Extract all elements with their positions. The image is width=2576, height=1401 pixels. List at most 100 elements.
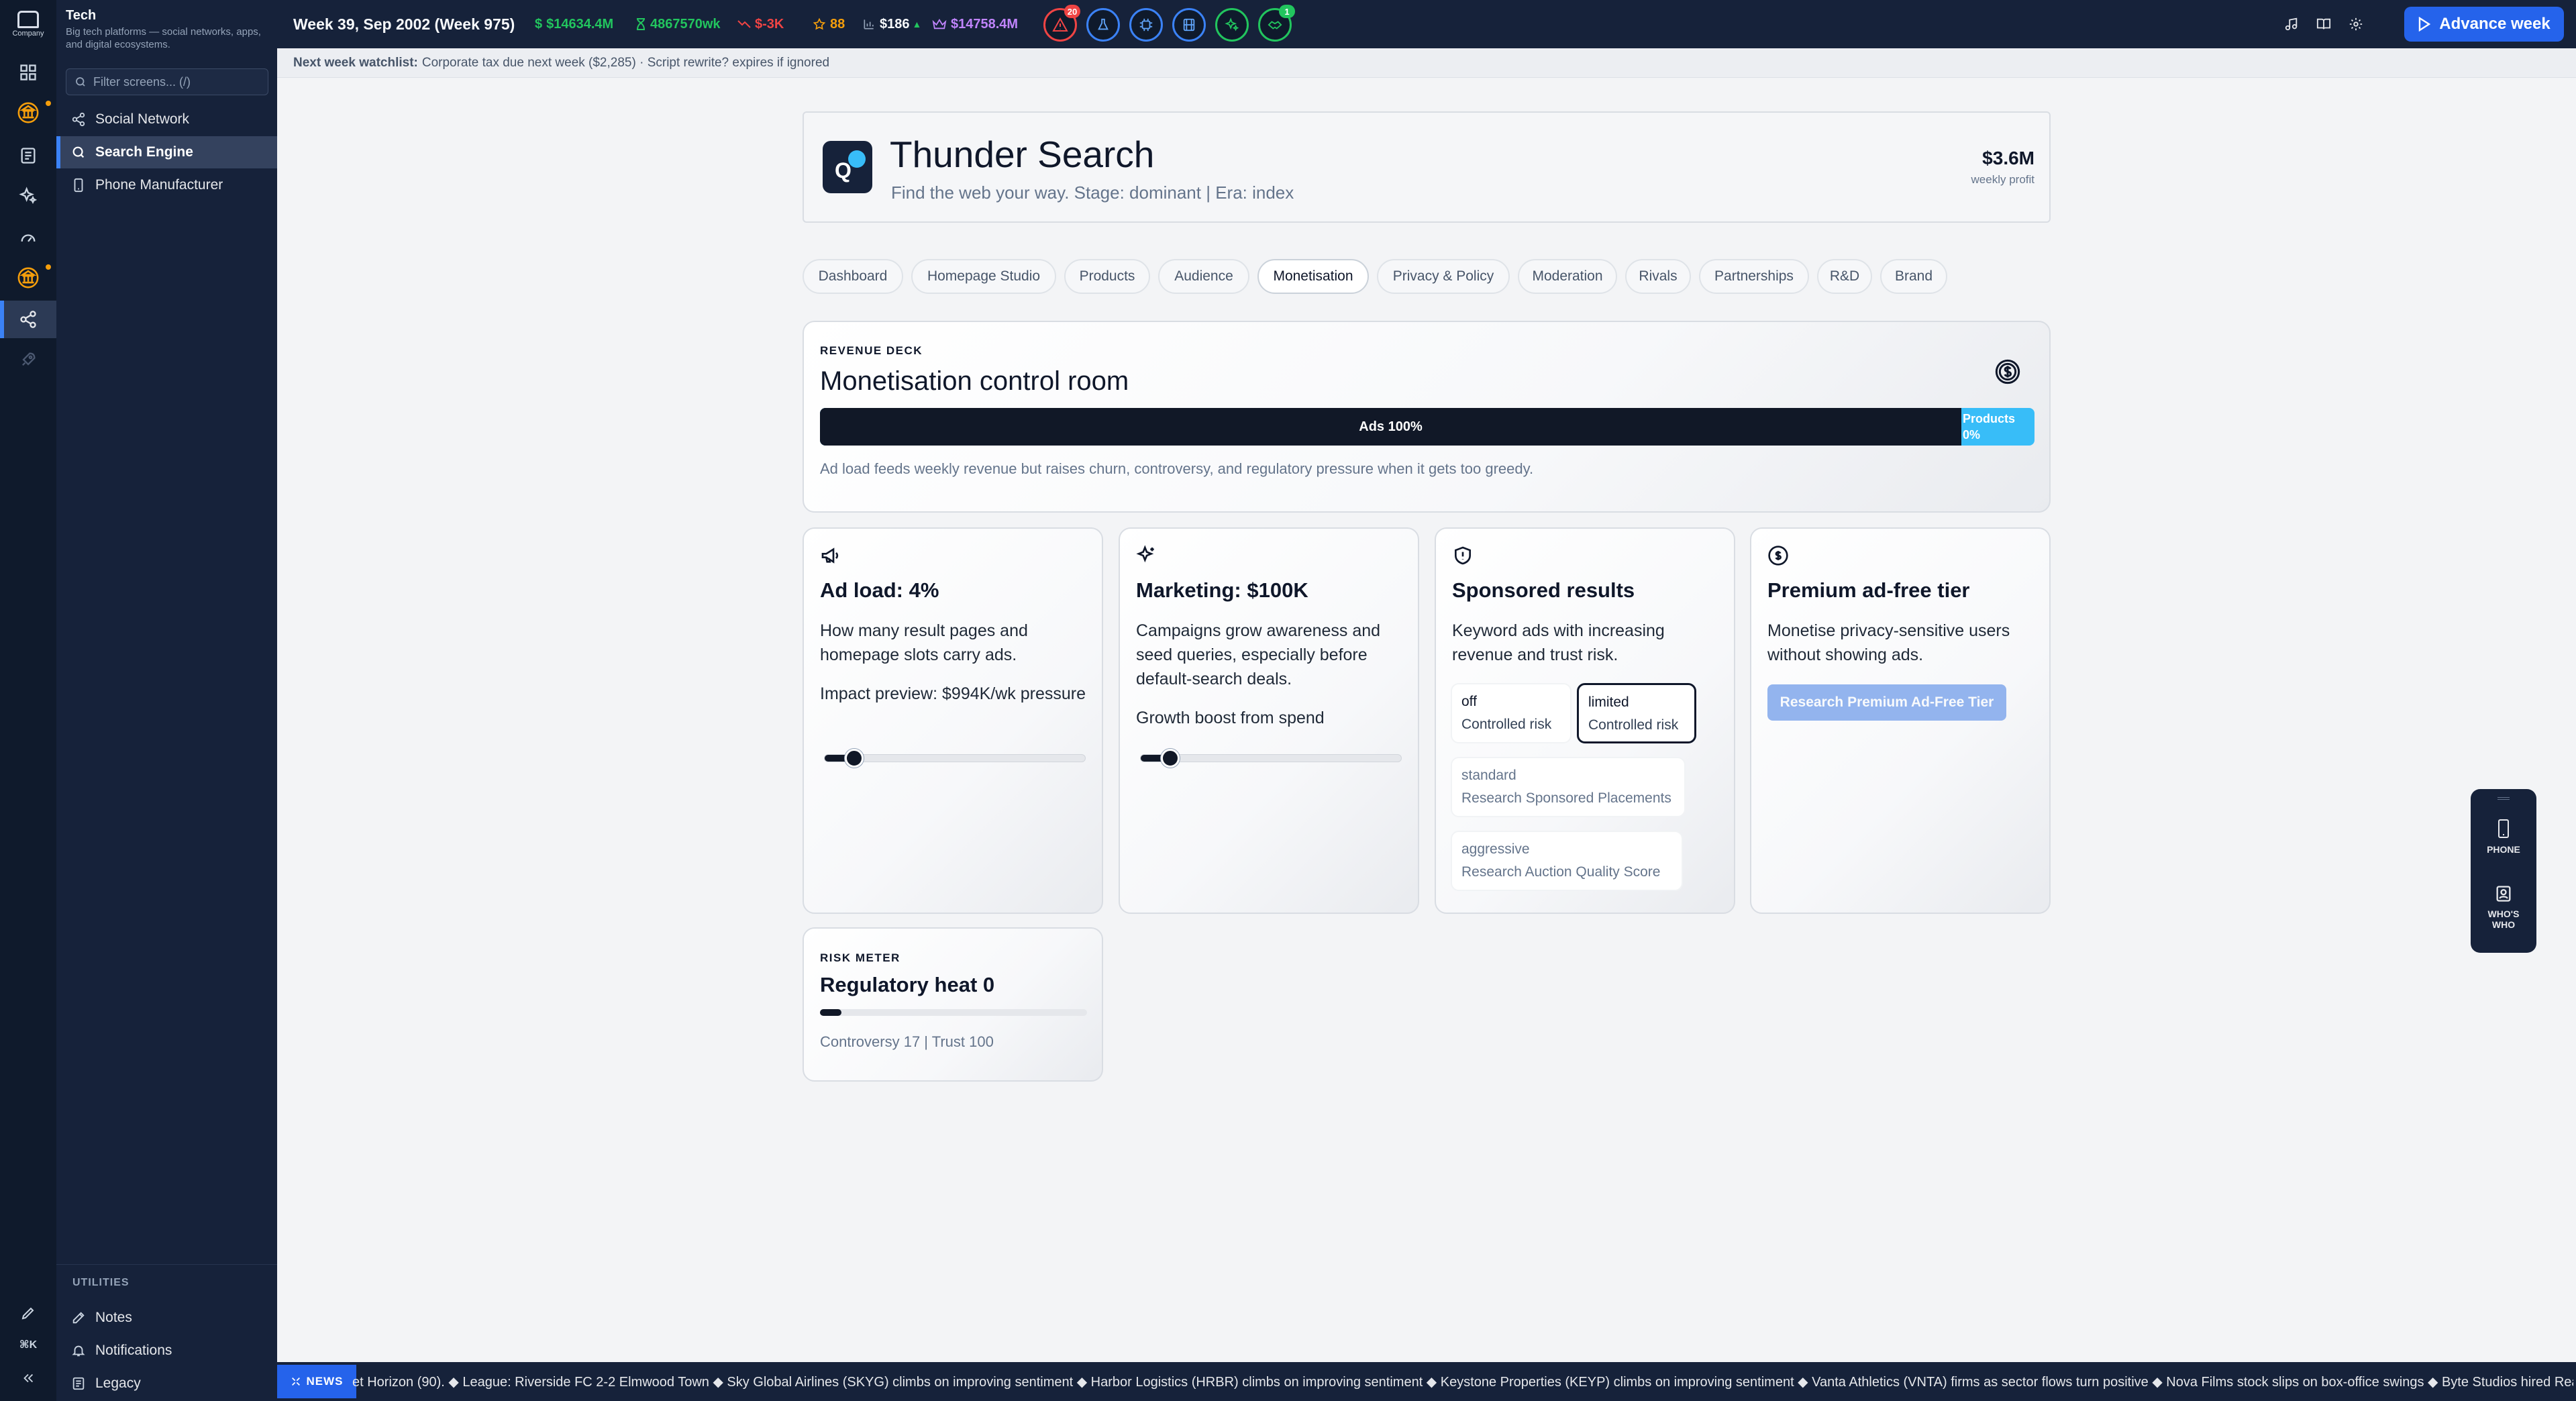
tab-brand[interactable]: Brand xyxy=(1880,259,1947,294)
sponsored-option-off[interactable]: off Controlled risk xyxy=(1451,683,1572,743)
rail-dashboard-icon[interactable] xyxy=(0,54,56,91)
rail-gauge-icon[interactable] xyxy=(0,219,56,256)
megaphone-icon xyxy=(820,545,841,566)
tab-homepage-studio[interactable]: Homepage Studio xyxy=(911,259,1056,294)
rail-government-icon[interactable] xyxy=(0,259,56,297)
film-button[interactable] xyxy=(1172,8,1206,42)
company-tagline: Find the web your way. Stage: dominant |… xyxy=(891,183,1294,203)
rail-edit-icon[interactable] xyxy=(12,1300,44,1327)
chip-button[interactable] xyxy=(1129,8,1163,42)
rail-rocket-icon[interactable] xyxy=(0,341,56,378)
flask-icon xyxy=(1098,18,1109,30)
products-share-label: Products xyxy=(1963,412,2016,425)
rail-notification-dot xyxy=(46,264,51,270)
slider-handle[interactable] xyxy=(845,749,864,768)
tab-privacy-policy[interactable]: Privacy & Policy xyxy=(1377,259,1510,294)
sidebar-item-legacy[interactable]: Legacy xyxy=(71,1369,272,1398)
rail-sparkles-icon[interactable] xyxy=(0,177,56,215)
cash-stat: $ $14634.4M xyxy=(535,0,613,48)
watchlist-text: Corporate tax due next week ($2,285) · S… xyxy=(421,55,830,70)
rail-news-icon[interactable] xyxy=(0,137,56,174)
news-tag[interactable]: NEWS xyxy=(277,1365,356,1398)
risk-kicker: RISK METER xyxy=(820,951,900,964)
warning-icon xyxy=(1052,17,1068,32)
option-name: aggressive xyxy=(1461,841,1530,857)
ad-load-slider[interactable] xyxy=(824,749,1086,768)
premium-tier-description: Monetise privacy-sensitive users without… xyxy=(1767,621,2010,664)
whos-who-label-line1: WHO'S xyxy=(2487,909,2520,919)
sparkles-icon xyxy=(1225,17,1239,32)
current-week: Week 39, Sep 2002 (Week 975) xyxy=(293,15,515,33)
tab-label: Homepage Studio xyxy=(927,268,1041,284)
tab-label: R&D xyxy=(1829,268,1860,284)
whos-who-dock-button[interactable]: WHO'S WHO xyxy=(2471,884,2536,930)
news-headlines: et Horizon (90). ◆ League: Riverside FC … xyxy=(352,1374,2573,1390)
sidebar-item-notifications[interactable]: Notifications xyxy=(71,1336,272,1365)
news-ticker: NEWS et Horizon (90). ◆ League: Riversid… xyxy=(277,1362,2576,1401)
slider-handle[interactable] xyxy=(1161,749,1180,768)
alerts-button[interactable]: 20 xyxy=(1043,5,1080,42)
watchlist-label: Next week watchlist: xyxy=(293,55,418,70)
bell-icon xyxy=(72,1345,85,1357)
tab-monetisation[interactable]: Monetisation xyxy=(1257,259,1369,294)
sponsored-option-limited[interactable]: limited Controlled risk xyxy=(1577,683,1696,743)
tab-rivals[interactable]: Rivals xyxy=(1625,259,1691,294)
sponsored-option-aggressive[interactable]: aggressive Research Auction Quality Scor… xyxy=(1451,831,1683,891)
sidebar-item-search-engine[interactable]: Search Engine xyxy=(56,136,277,168)
regulatory-heat-bar xyxy=(820,1009,1087,1016)
tab-dashboard[interactable]: Dashboard xyxy=(803,259,903,294)
option-name: limited xyxy=(1588,694,1629,710)
option-name: standard xyxy=(1461,768,1516,783)
sidebar-item-label: Phone Manufacturer xyxy=(95,177,223,193)
sponsored-option-standard[interactable]: standard Research Sponsored Placements xyxy=(1451,757,1686,817)
filter-screens-input[interactable]: Filter screens... (/) xyxy=(66,68,268,95)
risk-stats: Controversy 17 | Trust 100 xyxy=(820,1033,994,1050)
handshake-badge: 1 xyxy=(1279,5,1295,18)
deck-kicker: REVENUE DECK xyxy=(820,344,923,357)
tab-rnd[interactable]: R&D xyxy=(1817,259,1872,294)
handshake-icon xyxy=(1268,21,1282,30)
app-logo[interactable]: Company xyxy=(5,5,51,43)
handshake-button[interactable]: 1 xyxy=(1258,5,1295,42)
search-icon xyxy=(76,77,85,87)
tab-label: Audience xyxy=(1174,268,1233,284)
collapse-sidebar-icon[interactable] xyxy=(12,1365,44,1392)
rail-bank-icon[interactable] xyxy=(0,94,56,132)
news-tag-label: NEWS xyxy=(306,1375,344,1388)
deck-title: Monetisation control room xyxy=(820,366,1129,396)
growth-button[interactable] xyxy=(1215,8,1249,42)
marketing-boost-label: Growth boost from spend xyxy=(1136,709,1325,727)
rail-shortcut-key[interactable]: ⌘K xyxy=(12,1331,44,1358)
sidebar-item-phone-manufacturer[interactable]: Phone Manufacturer xyxy=(56,169,277,201)
company-logo: Q xyxy=(823,141,872,193)
rail-tech-icon[interactable] xyxy=(0,301,56,338)
drag-handle-icon[interactable] xyxy=(2497,797,2510,800)
research-button[interactable] xyxy=(1086,8,1120,42)
weekly-flow-value: 4867570wk xyxy=(650,16,721,32)
phone-dock-button[interactable]: PHONE xyxy=(2471,819,2536,855)
research-premium-button[interactable]: Research Premium Ad-Free Tier xyxy=(1767,684,2006,721)
sidebar-item-notes[interactable]: Notes xyxy=(71,1303,272,1333)
advance-week-button[interactable]: Advance week xyxy=(2404,7,2564,42)
logo-text: Company xyxy=(12,30,44,38)
sidebar-item-social-network[interactable]: Social Network xyxy=(56,103,277,136)
phone-icon xyxy=(2498,819,2509,838)
tab-partnerships[interactable]: Partnerships xyxy=(1699,259,1809,294)
logo-mark-icon xyxy=(17,11,39,28)
play-icon xyxy=(2419,17,2431,32)
tab-moderation[interactable]: Moderation xyxy=(1518,259,1617,294)
weekly-profit-label: weekly profit xyxy=(1971,173,2034,186)
marketing-slider[interactable] xyxy=(1140,749,1402,768)
share-icon xyxy=(72,112,85,127)
tab-label: Monetisation xyxy=(1273,268,1353,284)
net-worth-stat: $14758.4M xyxy=(932,0,1018,48)
gear-icon[interactable] xyxy=(2342,11,2369,38)
music-icon[interactable] xyxy=(2278,11,2305,38)
option-detail: Controlled risk xyxy=(1588,717,1679,733)
book-icon[interactable] xyxy=(2310,11,2337,38)
tab-audience[interactable]: Audience xyxy=(1158,259,1249,294)
tab-label: Moderation xyxy=(1532,268,1603,284)
sidebar-divider xyxy=(56,1264,277,1265)
tab-products[interactable]: Products xyxy=(1064,259,1150,294)
notes-icon xyxy=(72,1312,85,1324)
